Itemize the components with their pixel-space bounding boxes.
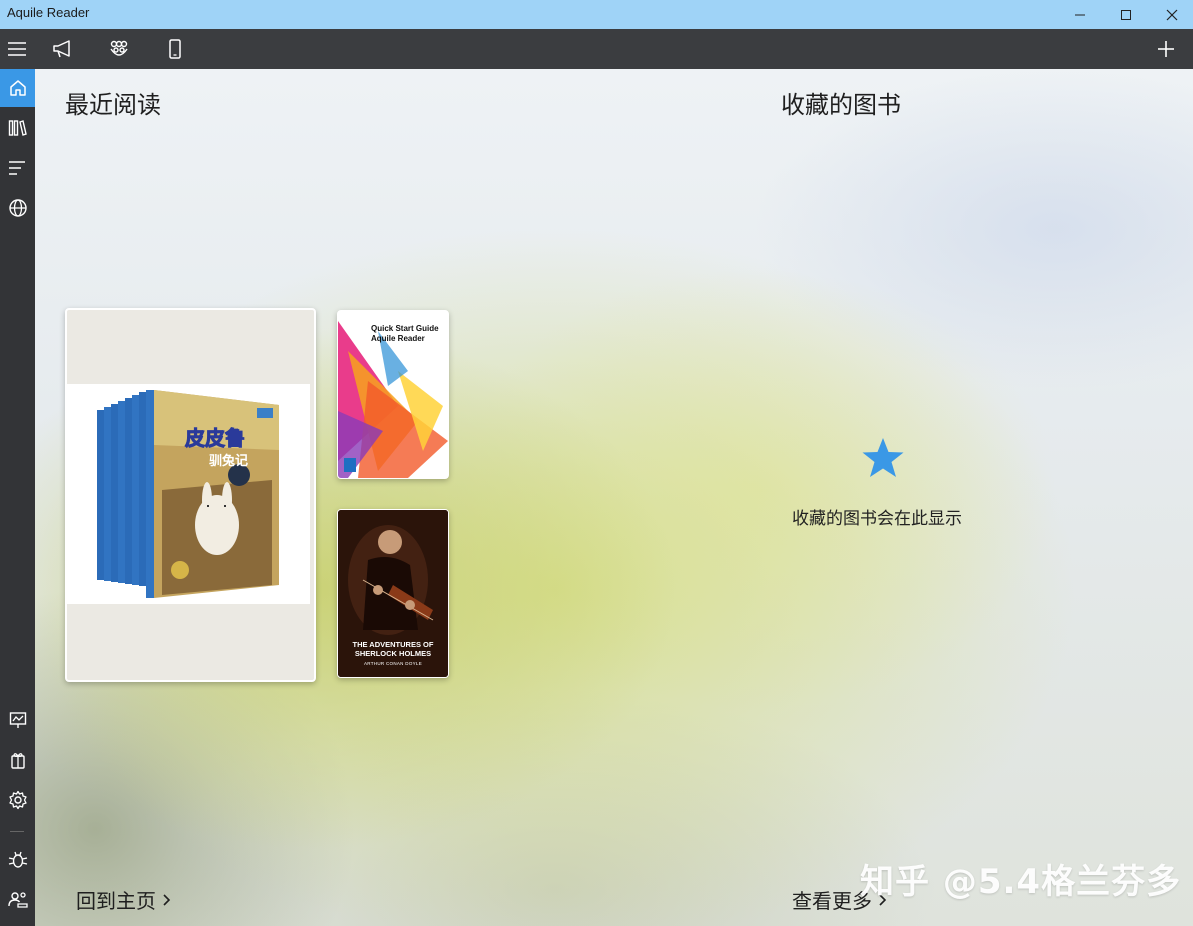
maximize-button[interactable]	[1103, 0, 1149, 29]
window-title: Aquile Reader	[7, 5, 90, 20]
add-icon	[1158, 41, 1174, 57]
globe-icon	[8, 199, 27, 217]
sidebar-item-list[interactable]	[0, 149, 35, 187]
announcements-button[interactable]	[43, 29, 83, 69]
home-icon	[9, 80, 26, 96]
chevron-right-icon	[163, 893, 171, 906]
minimize-icon	[1075, 14, 1085, 15]
cover-subtitle-text: 驯兔记	[209, 453, 248, 469]
sidebar-divider	[10, 831, 24, 832]
quick-start-title: Quick Start Guide Aquile Reader	[371, 324, 439, 343]
sherlock-title-block: THE ADVENTURES OF SHERLOCK HOLMES ARTHUR…	[338, 640, 448, 666]
community-icon	[110, 40, 128, 56]
hamburger-menu-icon	[8, 42, 26, 56]
recent-reading-title: 最近阅读	[65, 91, 161, 119]
sidebar-item-online[interactable]	[0, 189, 35, 227]
sidebar-item-home[interactable]	[0, 69, 35, 107]
book-cover-pipilu: 皮皮鲁 驯兔记	[67, 384, 310, 604]
megaphone-icon	[53, 40, 70, 58]
settings-icon	[8, 790, 27, 810]
star-icon	[862, 438, 904, 477]
favorites-empty-text: 收藏的图书会在此显示	[792, 509, 962, 529]
sherlock-author: ARTHUR CONAN DOYLE	[363, 661, 423, 666]
close-icon	[1166, 9, 1178, 20]
community-button[interactable]	[99, 29, 139, 69]
sidebar-item-statistics[interactable]	[0, 701, 35, 739]
back-home-label: 回到主页	[76, 889, 156, 913]
sidebar-item-gift[interactable]	[0, 741, 35, 779]
library-icon	[8, 120, 27, 136]
device-button[interactable]	[155, 29, 195, 69]
sherlock-title: THE ADVENTURES OF SHERLOCK HOLMES	[352, 640, 434, 658]
bug-icon	[8, 851, 27, 868]
presentation-icon	[9, 712, 26, 728]
recent-book-sherlock[interactable]: THE ADVENTURES OF SHERLOCK HOLMES ARTHUR…	[337, 509, 449, 678]
sidebar-item-feedback[interactable]	[0, 841, 35, 879]
recent-book-quick-start[interactable]: Quick Start Guide Aquile Reader	[337, 310, 449, 479]
maximize-icon	[1121, 9, 1131, 20]
main-content: 最近阅读 收藏的图书 皮皮鲁 驯兔记 Quick Start Guide Aqu…	[35, 69, 1193, 926]
sidebar-item-account[interactable]	[0, 881, 35, 919]
watermark: 知乎 @5.4格兰芬多	[860, 862, 1182, 902]
menu-button[interactable]	[0, 29, 37, 69]
phone-icon	[169, 39, 181, 59]
sidebar	[0, 69, 35, 926]
title-bar: Aquile Reader	[0, 0, 1193, 29]
recent-book-card-large[interactable]: 皮皮鲁 驯兔记	[65, 308, 316, 682]
close-button[interactable]	[1149, 0, 1193, 29]
back-home-link[interactable]: 回到主页	[76, 885, 172, 914]
add-book-button[interactable]	[1146, 29, 1186, 69]
sidebar-item-library[interactable]	[0, 109, 35, 147]
sidebar-item-settings[interactable]	[0, 781, 35, 819]
favorites-title: 收藏的图书	[781, 91, 901, 119]
minimize-button[interactable]	[1057, 0, 1103, 29]
cover-title-text: 皮皮鲁	[185, 426, 245, 450]
gift-icon	[10, 753, 25, 769]
account-icon	[7, 892, 28, 908]
list-icon	[8, 161, 25, 175]
top-toolbar	[0, 29, 1193, 69]
